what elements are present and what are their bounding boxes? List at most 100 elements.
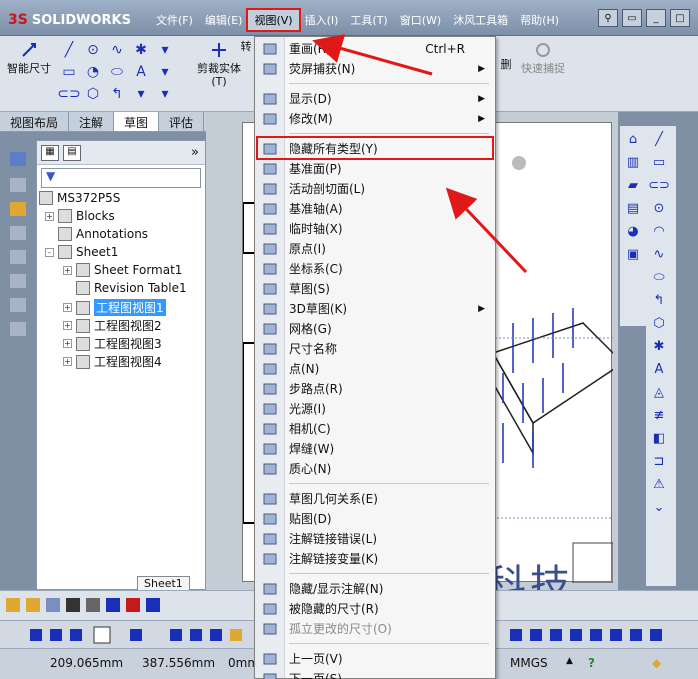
pin-icon[interactable]: ⚲	[598, 9, 618, 27]
menu-item-3[interactable]: 插入(I)	[299, 10, 345, 30]
menu-item[interactable]: 被隐藏的尺寸(R)	[289, 599, 489, 619]
menu-item[interactable]: 焊缝(W)	[289, 439, 489, 459]
units-selector[interactable]: MMGS	[510, 656, 548, 670]
home-icon[interactable]: ⌂	[622, 129, 644, 149]
menu-item[interactable]: 注解链接错误(L)	[289, 529, 489, 549]
tab-1[interactable]: 注解	[69, 112, 115, 131]
menu-item-7[interactable]: 帮助(H)	[514, 10, 565, 30]
menu-item[interactable]: 光源(I)	[289, 399, 489, 419]
menu-item-5[interactable]: 窗口(W)	[394, 10, 447, 30]
menu-item[interactable]: 相机(C)	[289, 419, 489, 439]
menu-item[interactable]: 原点(I)	[289, 239, 489, 259]
menu-item[interactable]: 步路点(R)	[289, 379, 489, 399]
arc-icon[interactable]: ◔	[82, 62, 104, 82]
menu-item[interactable]: 基准面(P)	[289, 159, 489, 179]
restore-icon[interactable]: ▭	[622, 9, 642, 27]
menu-item[interactable]: 网格(G)	[289, 319, 489, 339]
offset-icon[interactable]: ⊐	[648, 451, 670, 471]
property-manager-icon[interactable]: ▤	[63, 144, 81, 161]
expand-toggle-icon[interactable]: +	[63, 265, 72, 275]
spline-icon[interactable]: ∿	[648, 244, 670, 264]
menu-item-6[interactable]: 沐风工具箱	[447, 10, 514, 30]
tree-item[interactable]: - Sheet1	[45, 245, 118, 259]
menu-item[interactable]: 显示(D) ▶	[289, 89, 489, 109]
text-icon[interactable]: A	[130, 62, 152, 82]
expand-panel-icon[interactable]: »	[191, 145, 199, 160]
menu-item[interactable]: 孤立更改的尺寸(O)	[289, 619, 489, 639]
feature-manager-icon[interactable]: ▦	[41, 144, 59, 161]
convert-icon[interactable]: ◧	[648, 428, 670, 448]
menu-item[interactable]: 上一页(V)	[289, 649, 489, 669]
ellipse-icon[interactable]: ⬭	[106, 62, 128, 82]
menu-item[interactable]: 点(N)	[289, 359, 489, 379]
spline-icon[interactable]: ∿	[106, 40, 128, 60]
expand-toggle-icon[interactable]: +	[63, 303, 72, 312]
quick-snap-button[interactable]: 快速捕捉	[518, 40, 568, 75]
menu-item[interactable]: 草图(S)	[289, 279, 489, 299]
menu-item-0[interactable]: 文件(F)	[150, 10, 199, 30]
tree-item[interactable]: Revision Table1	[63, 281, 187, 295]
tree-root[interactable]: MS372P5S	[39, 191, 120, 205]
line-icon[interactable]: ╱	[648, 129, 670, 149]
menu-item[interactable]: 下一页(S)	[289, 669, 489, 679]
line-icon[interactable]: ╱	[58, 40, 80, 60]
circle-icon[interactable]: ⊙	[82, 40, 104, 60]
tree-item[interactable]: + Sheet Format1	[63, 263, 182, 277]
slot-icon[interactable]: ⊂⊃	[648, 175, 670, 195]
menu-item[interactable]: 重画(R) Ctrl+R	[289, 39, 489, 59]
custom-properties-icon[interactable]: ▣	[622, 244, 644, 264]
folder-icon[interactable]: ▰	[622, 175, 644, 195]
menu-item[interactable]: 隐藏/显示注解(N)	[289, 579, 489, 599]
minimize-icon[interactable]: _	[646, 9, 666, 27]
tab-2[interactable]: 草图	[114, 112, 160, 131]
menu-item-1[interactable]: 编辑(E)	[199, 10, 249, 30]
appearance-icon[interactable]: ◕	[622, 221, 644, 241]
resources-icon[interactable]: ▥	[622, 152, 644, 172]
menu-item[interactable]: 活动剖切面(L)	[289, 179, 489, 199]
point-icon[interactable]: ✱	[130, 40, 152, 60]
expand-toggle-icon[interactable]: +	[45, 211, 54, 221]
slot-icon[interactable]: ⊂⊃	[57, 84, 80, 104]
arc-icon[interactable]: ◠	[648, 221, 670, 241]
tree-item[interactable]: + 工程图视图3	[63, 335, 162, 352]
expand-toggle-icon[interactable]: +	[63, 339, 72, 348]
dropdown-icon[interactable]: ▾	[154, 84, 176, 104]
units-dropdown-icon[interactable]: ▲	[566, 656, 573, 666]
menu-item[interactable]: 基准轴(A)	[289, 199, 489, 219]
fillet-icon[interactable]: ↰	[648, 290, 670, 310]
menu-item[interactable]: 尺寸名称	[289, 339, 489, 359]
expand-toggle-icon[interactable]: -	[45, 247, 54, 257]
menu-item-2[interactable]: 视图(V)	[246, 8, 301, 32]
polygon-icon[interactable]: ⬡	[82, 84, 104, 104]
menu-item[interactable]: 草图几何关系(E)	[289, 489, 489, 509]
more-chevron-icon[interactable]: ⌄	[648, 497, 670, 517]
tree-item[interactable]: Annotations	[45, 227, 148, 241]
menu-item[interactable]: 修改(M) ▶	[289, 109, 489, 129]
warning-icon[interactable]: ⚠	[648, 474, 670, 494]
ellipse-icon[interactable]: ⬭	[648, 267, 670, 287]
dropdown-icon[interactable]: ▾	[154, 40, 176, 60]
tree-item[interactable]: + 工程图视图2	[63, 317, 162, 334]
menu-item[interactable]: 3D草图(K) ▶	[289, 299, 489, 319]
tree-item[interactable]: + Blocks	[45, 209, 115, 223]
tree-filter-input[interactable]: ▼	[41, 168, 201, 188]
tree-item[interactable]: + 工程图视图1	[63, 299, 166, 316]
file-explorer-icon[interactable]: ▤	[622, 198, 644, 218]
menu-item[interactable]: 坐标系(C)	[289, 259, 489, 279]
menu-item[interactable]: 临时轴(X)	[289, 219, 489, 239]
smart-dimension-button[interactable]: 智能尺寸	[4, 40, 54, 75]
delete-button[interactable]: 删	[496, 58, 516, 71]
point-icon[interactable]: ✱	[648, 336, 670, 356]
circle-icon[interactable]: ⊙	[648, 198, 670, 218]
menu-item[interactable]: 贴图(D)	[289, 509, 489, 529]
menu-item-4[interactable]: 工具(T)	[344, 10, 393, 30]
tab-0[interactable]: 视图布局	[0, 112, 70, 131]
maximize-icon[interactable]: □	[670, 9, 690, 27]
trim-icon[interactable]: ≢	[648, 405, 670, 425]
rectangle-icon[interactable]: ▭	[648, 152, 670, 172]
polygon-icon[interactable]: ⬡	[648, 313, 670, 333]
expand-toggle-icon[interactable]: +	[63, 321, 72, 330]
sheet-tab[interactable]: Sheet1	[137, 576, 190, 591]
expand-toggle-icon[interactable]: +	[63, 357, 72, 366]
dropdown-icon[interactable]: ▾	[154, 62, 176, 82]
